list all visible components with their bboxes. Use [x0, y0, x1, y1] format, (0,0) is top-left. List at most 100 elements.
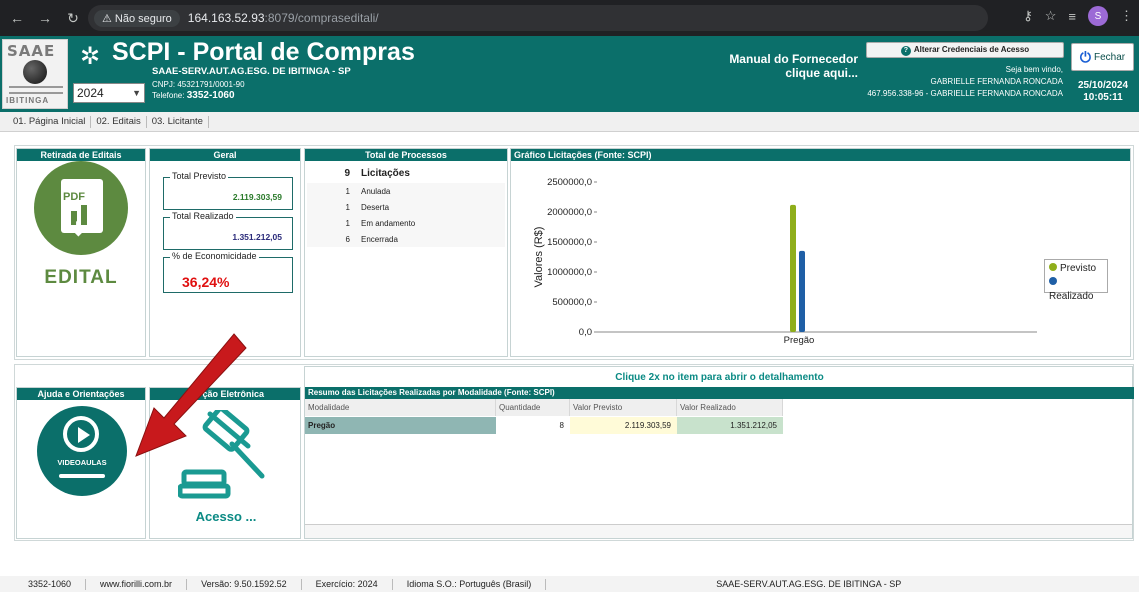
tab-pagina-inicial[interactable]: 01. Página Inicial [8, 115, 92, 128]
browser-menu-icon[interactable]: ⋮ [1120, 8, 1133, 24]
column-header-valor-realizado[interactable]: Valor Realizado [677, 399, 783, 416]
tab-licitante[interactable]: 03. Licitante [147, 115, 209, 128]
password-key-icon[interactable]: ⚷ [1023, 8, 1033, 24]
chart-legend: Previsto Realizado [1044, 259, 1108, 302]
phone-value: 3352-1060 [186, 90, 235, 101]
play-triangle-icon [78, 427, 90, 443]
year-value: 2024 [77, 86, 104, 100]
table-title: Resumo das Licitações Realizadas por Mod… [305, 387, 1134, 399]
status-version: Versão: 9.50.1592.52 [187, 578, 302, 590]
process-label: Licitações [361, 167, 410, 179]
y-tick-label: 0,0 [579, 327, 592, 338]
bar-realizado [799, 250, 805, 332]
panel-geral: Geral Total Previsto 2.119.303,59 Total … [149, 148, 301, 357]
legend-item-realizado: Realizado [1049, 276, 1103, 304]
reload-icon[interactable]: ↻ [62, 7, 84, 29]
column-header-quantidade[interactable]: Quantidade [496, 399, 570, 416]
profile-avatar[interactable]: S [1088, 6, 1108, 26]
list-item[interactable]: 1 Anulada [307, 183, 505, 199]
bar-chart: 0,0 500000,0 1000000,0 1500000,0 2000000,0 25… [533, 177, 1037, 346]
legend-item-previsto: Previsto [1049, 262, 1103, 276]
bookmark-star-icon[interactable]: ☆ [1045, 8, 1057, 24]
y-tick-label: 500000,0 [552, 297, 592, 308]
y-axis-label: Valores (R$) [533, 227, 545, 288]
panel-resumo: Clique 2x no item para abrir o detalhame… [304, 366, 1134, 539]
power-icon: ⏻ [1079, 48, 1091, 65]
logout-label: Fechar [1093, 51, 1126, 63]
phone-label: Telefone: [152, 91, 185, 100]
total-realizado-label: Total Realizado [170, 211, 236, 221]
panel-header: Total de Processos [305, 149, 507, 161]
extensions-icon[interactable]: ≡ [1068, 9, 1076, 24]
column-header-valor-previsto[interactable]: Valor Previsto [570, 399, 677, 416]
videoaulas-icon[interactable]: VIDEOAULAS [37, 406, 127, 496]
panel-header: Geral [150, 149, 300, 161]
org-cnpj: CNPJ: 45321791/0001-90 [152, 80, 245, 89]
list-item[interactable]: 1 Em andamento [307, 215, 505, 231]
session-time: 10:05:11 [1083, 92, 1123, 103]
logo-city: IBITINGA [6, 96, 50, 105]
pdf-edital-icon[interactable]: PDF ⬇ [34, 161, 128, 255]
list-item[interactable]: 6 Encerrada [307, 231, 505, 247]
detail-hint: Clique 2x no item para abrir o detalhame… [615, 372, 824, 383]
status-site[interactable]: www.fiorilli.com.br [86, 578, 188, 590]
logout-button[interactable]: ⏻ Fechar [1071, 43, 1134, 71]
economicidade-box: % de Economicidade 36,24% [163, 251, 293, 293]
back-arrow-icon[interactable]: ← [6, 7, 28, 29]
security-badge[interactable]: ⚠ Não seguro [94, 9, 180, 27]
app-header: SAAE IBITINGA 2024 ▼ ✲ SCPI - Portal de … [0, 36, 1139, 112]
page-title: SCPI - Portal de Compras [112, 38, 415, 66]
url-host: 164.163.52.93 [187, 11, 265, 25]
process-count: 1 [345, 218, 350, 228]
forward-arrow-icon[interactable]: → [34, 7, 56, 29]
fiorilli-gear-icon: ✲ [80, 43, 101, 70]
session-date: 25/10/2024 [1077, 80, 1129, 91]
cell-modalidade: Pregão [305, 417, 496, 434]
year-select[interactable]: 2024 ▼ [73, 83, 145, 103]
welcome-block: Seja bem vindo, GABRIELLE FERNANDA RONCA… [823, 64, 1063, 100]
tab-editais[interactable]: 02. Editais [91, 115, 147, 128]
credentials-label: Alterar Credenciais de Acesso [913, 45, 1030, 54]
app-root: ← → ↻ ⚠ Não seguro 164.163.52.93:8079/co… [0, 0, 1139, 592]
status-bar: 3352-1060 www.fiorilli.com.br Versão: 9.… [0, 576, 1139, 592]
video-bar-icon [59, 474, 105, 478]
process-label: Encerrada [361, 234, 398, 244]
list-item[interactable]: 1 Deserta [307, 199, 505, 215]
process-list: 9 Licitações 1 Anulada 1 Deserta 1 Em andame… [307, 163, 505, 247]
panel-header: Retirada de Editais [17, 149, 145, 161]
economicidade-label: % de Economicidade [170, 251, 259, 261]
process-label: Anulada [361, 186, 391, 196]
user-doc: 467.956.338-96 - GABRIELLE FERNANDA RONC… [867, 89, 1063, 98]
play-icon [63, 416, 99, 452]
acesso-link[interactable]: Acesso ... [150, 509, 302, 524]
panel-total-processos: Total de Processos 9 Licitações 1 Anulada … [304, 148, 508, 357]
welcome-text: Seja bem vindo, [1005, 65, 1063, 74]
list-item[interactable]: 9 Licitações [307, 163, 505, 183]
change-credentials-button[interactable]: ? Alterar Credenciais de Acesso [866, 42, 1064, 58]
red-arrow-icon [135, 333, 247, 457]
legend-label: Previsto [1060, 263, 1097, 274]
process-count: 9 [344, 167, 350, 179]
panel-ajuda[interactable]: Ajuda e Orientações VIDEOAULAS [16, 387, 146, 539]
process-label: Deserta [361, 202, 390, 212]
process-count: 6 [345, 234, 350, 244]
status-phone: 3352-1060 [0, 578, 87, 590]
security-label: Não seguro [114, 12, 172, 25]
user-name: GABRIELLE FERNANDA RONCADA [930, 77, 1063, 86]
help-icon: ? [900, 46, 911, 56]
total-previsto-box: Total Previsto 2.119.303,59 [163, 171, 293, 210]
cell-valor-previsto: 2.119.303,59 [570, 417, 677, 434]
org-name: SAAE-SERV.AUT.AG.ESG. DE IBITINGA - SP [152, 66, 351, 77]
cell-quantidade: 8 [559, 421, 564, 430]
edital-label[interactable]: EDITAL [17, 267, 145, 289]
pdf-label: PDF [63, 191, 85, 203]
panel-header: Ajuda e Orientações [17, 388, 145, 400]
address-bar[interactable]: ⚠ Não seguro 164.163.52.93:8079/comprase… [88, 5, 988, 31]
browser-toolbar: ← → ↻ ⚠ Não seguro 164.163.52.93:8079/co… [0, 0, 1139, 36]
panel-retirada-editais[interactable]: Retirada de Editais PDF ⬇ EDITAL [16, 148, 146, 357]
status-language: Idioma S.O.: Português (Brasil) [393, 578, 547, 590]
column-header-modalidade[interactable]: Modalidade [305, 399, 496, 416]
table-footer [305, 524, 1132, 538]
status-exercise: Exercício: 2024 [302, 578, 393, 590]
y-tick-label: 2000000,0 [547, 207, 592, 218]
